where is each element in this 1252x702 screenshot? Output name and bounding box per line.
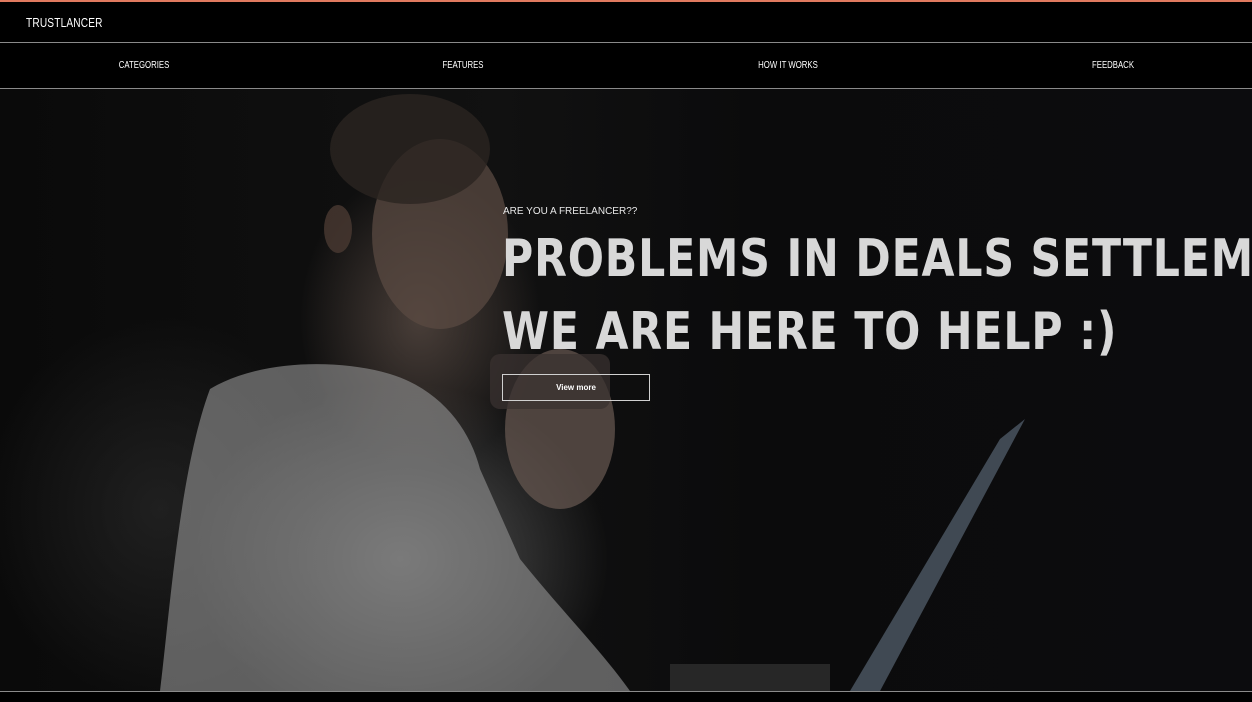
hero-headline-line1: PROBLEMS IN DEALS SETTLEMENT? — [502, 229, 1252, 289]
hair-shape — [330, 94, 490, 204]
nav-link-feedback[interactable]: FEEDBACK — [1092, 60, 1134, 71]
main-nav: CATEGORIES FEATURES HOW IT WORKS FEEDBAC… — [0, 43, 1252, 89]
nav-link-categories[interactable]: CATEGORIES — [119, 60, 170, 71]
ear-shape — [324, 205, 352, 253]
page: TRUSTLANCER CATEGORIES FEATURES HOW IT W… — [0, 0, 1252, 702]
laptop-keyboard-shape — [670, 664, 830, 691]
hero-headline-line2: WE ARE HERE TO HELP :) — [502, 302, 1118, 362]
view-more-button[interactable]: View more — [502, 374, 650, 401]
hero-eyebrow: ARE YOU A FREELANCER?? — [503, 206, 638, 217]
laptop-screen-shape — [850, 419, 1025, 691]
nav-link-features[interactable]: FEATURES — [442, 60, 483, 71]
brand-logo-link[interactable]: TRUSTLANCER — [26, 15, 103, 30]
bottom-bar — [0, 691, 1252, 702]
brand-bar: TRUSTLANCER — [0, 2, 1252, 43]
nav-link-how-it-works[interactable]: HOW IT WORKS — [758, 60, 818, 71]
